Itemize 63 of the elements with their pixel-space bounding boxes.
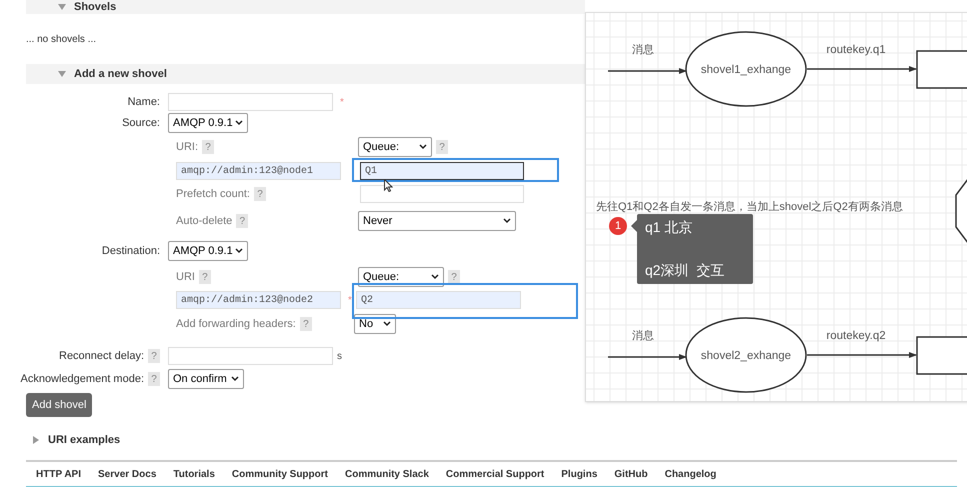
chevron-down-icon [235, 120, 243, 126]
caret-down-icon[interactable] [58, 70, 66, 78]
field-label: Add forwarding headers: [176, 316, 296, 332]
arrow-label: 消息 [632, 44, 654, 56]
footer-link[interactable]: HTTP API [36, 466, 82, 482]
input-field[interactable] [168, 93, 333, 111]
dropdown[interactable]: No [354, 314, 396, 334]
arrow-label: 消息 [632, 330, 654, 342]
chevron-down-icon [235, 248, 243, 254]
dropdown[interactable]: AMQP 0.9.1 [168, 113, 248, 133]
field-label: Prefetch count: [176, 186, 250, 202]
required-mark: * [347, 294, 353, 308]
footer-link[interactable]: Community Slack [344, 466, 429, 482]
dropdown[interactable]: Queue: [358, 137, 432, 157]
input-field[interactable]: amqp://admin:123@node1 [176, 162, 341, 180]
input-field[interactable]: Q1 [360, 162, 524, 180]
field-label: Name: [128, 94, 160, 110]
footer-link[interactable]: Server Docs [98, 466, 156, 482]
dropdown[interactable]: AMQP 0.9.1 [168, 241, 248, 261]
input-field[interactable]: amqp://admin:123@node2 [176, 291, 341, 309]
section-header[interactable]: Add a new shovel [26, 64, 585, 84]
empty-message: ... no shovels ... [26, 32, 96, 46]
section-header[interactable]: Shovels [26, 0, 585, 14]
cursor-icon [384, 179, 393, 192]
tooltip-text: q2深圳 交互 [645, 261, 726, 280]
footer-link[interactable]: Tutorials [173, 466, 215, 482]
footer-link[interactable]: Plugins [561, 466, 598, 482]
section-title: URI examples [48, 432, 120, 448]
input-field[interactable] [168, 347, 333, 365]
add-shovel-button[interactable]: Add shovel [26, 393, 92, 417]
footer-link[interactable]: GitHub [614, 466, 648, 482]
section-title: Add a new shovel [74, 66, 167, 82]
chevron-down-icon [231, 376, 239, 382]
field-label: Acknowledgement mode: [20, 372, 144, 387]
field-label: URI [176, 270, 195, 285]
tooltip-text: q1 北京 [645, 218, 694, 237]
input-field[interactable] [360, 185, 524, 203]
dropdown[interactable]: On confirm [168, 369, 244, 389]
caret-right-icon[interactable] [32, 436, 40, 444]
chevron-down-icon [431, 274, 439, 280]
unit-label: s [337, 350, 342, 364]
dropdown[interactable]: Never [358, 211, 516, 231]
node-label: shovel1_exhange [700, 64, 792, 76]
node-label: shovel2_exhange [700, 350, 792, 362]
diagram-note: 先往Q1和Q2各自发一条消息，当加上shovel之后Q2有两条消息 [596, 201, 903, 213]
field-label: Auto-delete [176, 214, 232, 229]
field-label: Source: [122, 116, 160, 131]
arrow-label: routekey.q2 [826, 330, 886, 342]
chevron-down-icon [383, 321, 391, 327]
chevron-down-icon [503, 218, 511, 224]
arrow-label: routekey.q1 [826, 44, 886, 56]
required-mark: * [339, 96, 345, 110]
chevron-down-icon [419, 144, 427, 150]
field-label: URI: [176, 140, 198, 155]
input-field[interactable]: Q2 [356, 291, 521, 309]
section-title: Shovels [74, 0, 116, 15]
field-label: Reconnect delay: [59, 348, 144, 364]
footer-link[interactable]: Commercial Support [446, 466, 544, 482]
footer-link[interactable]: Changelog [664, 466, 716, 482]
caret-down-icon[interactable] [58, 3, 66, 11]
field-label: Destination: [102, 244, 160, 259]
footer-link[interactable]: Community Support [232, 466, 328, 482]
dropdown[interactable]: Queue: [358, 267, 444, 287]
